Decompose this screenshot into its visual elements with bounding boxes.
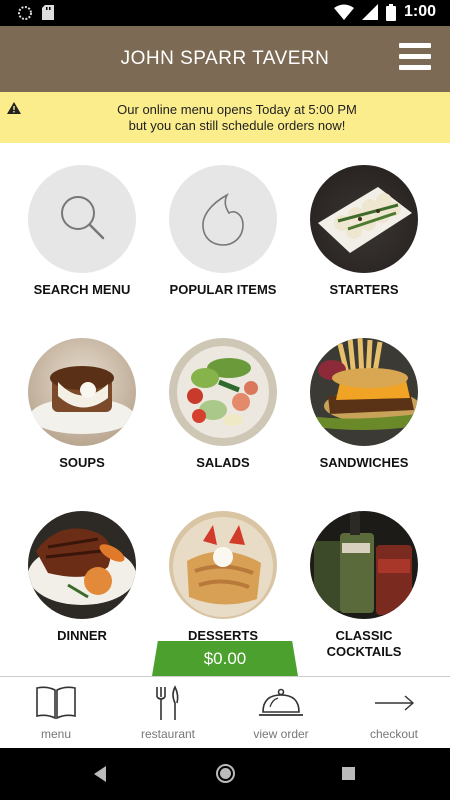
desserts-photo [169,511,277,619]
hamburger-menu-button[interactable] [399,43,431,71]
back-icon[interactable] [92,765,108,783]
nav-menu[interactable]: menu [0,685,112,741]
sd-card-icon [42,5,54,20]
tile-starters[interactable]: STARTERS [289,165,439,298]
home-icon[interactable] [215,763,236,784]
soups-photo [28,338,136,446]
nav-label: restaurant [140,727,196,741]
salads-photo [169,338,277,446]
starters-photo [310,165,418,273]
tile-classic-cocktails[interactable]: CLASSIC COCKTAILS [289,511,439,660]
battery-icon [385,3,396,21]
cocktails-photo [310,511,418,619]
cloche-icon [259,688,303,716]
tile-label: SANDWICHES [319,455,409,470]
system-nav-bar [0,748,450,800]
nav-restaurant[interactable]: restaurant [112,685,224,741]
banner-message: Our online menu opens Today at 5:00 PM b… [24,102,450,134]
tile-popular-items[interactable]: POPULAR ITEMS [148,165,298,298]
signal-icon [361,4,378,20]
nav-view-order[interactable]: view order [225,685,337,741]
app-header: JOHN SPARR TAVERN [0,26,450,92]
tile-search-menu[interactable]: SEARCH MENU [7,165,157,298]
banner-line-1: Our online menu opens Today at 5:00 PM [117,102,357,117]
tile-label: STARTERS [329,282,399,297]
sync-icon [18,5,32,20]
nav-label: checkout [369,727,419,741]
recents-icon[interactable] [341,766,356,781]
tile-dinner[interactable]: DINNER [7,511,157,644]
status-bar: 1:00 [0,0,450,26]
flame-icon [169,165,277,273]
nav-label: view order [253,727,309,741]
bottom-nav: menu restaurant view order checkout [0,676,450,748]
tile-salads[interactable]: SALADS [148,338,298,471]
nav-checkout[interactable]: checkout [338,685,450,741]
book-icon [36,686,76,720]
tile-label: DINNER [57,628,107,643]
search-icon [28,165,136,273]
wifi-icon [333,4,354,20]
banner-line-2: but you can still schedule orders now! [128,118,346,133]
tile-label: SEARCH MENU [33,282,131,297]
tile-label: SALADS [196,455,250,470]
menu-hours-banner: Our online menu opens Today at 5:00 PM b… [0,92,450,143]
tile-label-line-1: CLASSIC [335,628,393,643]
tile-desserts[interactable]: DESSERTS [148,511,298,644]
status-time: 1:00 [403,3,436,20]
tile-label: SOUPS [59,455,105,470]
tile-label: POPULAR ITEMS [169,282,277,297]
cart-total: $0.00 [203,649,247,668]
tile-label: CLASSIC COCKTAILS [289,628,439,660]
restaurant-title: JOHN SPARR TAVERN [120,48,330,69]
dinner-photo [28,511,136,619]
hamburger-line [399,54,431,59]
nav-label: menu [40,727,72,741]
tile-soups[interactable]: SOUPS [7,338,157,471]
arrow-right-icon [375,695,415,711]
sandwiches-photo [310,338,418,446]
hamburger-line [399,65,431,70]
cart-total-tab[interactable]: $0.00 [152,641,298,676]
hamburger-line [399,43,431,48]
tile-label-line-2: COCKTAILS [326,644,402,659]
tile-sandwiches[interactable]: SANDWICHES [289,338,439,471]
fork-knife-icon [156,685,179,720]
warning-icon [7,102,21,114]
